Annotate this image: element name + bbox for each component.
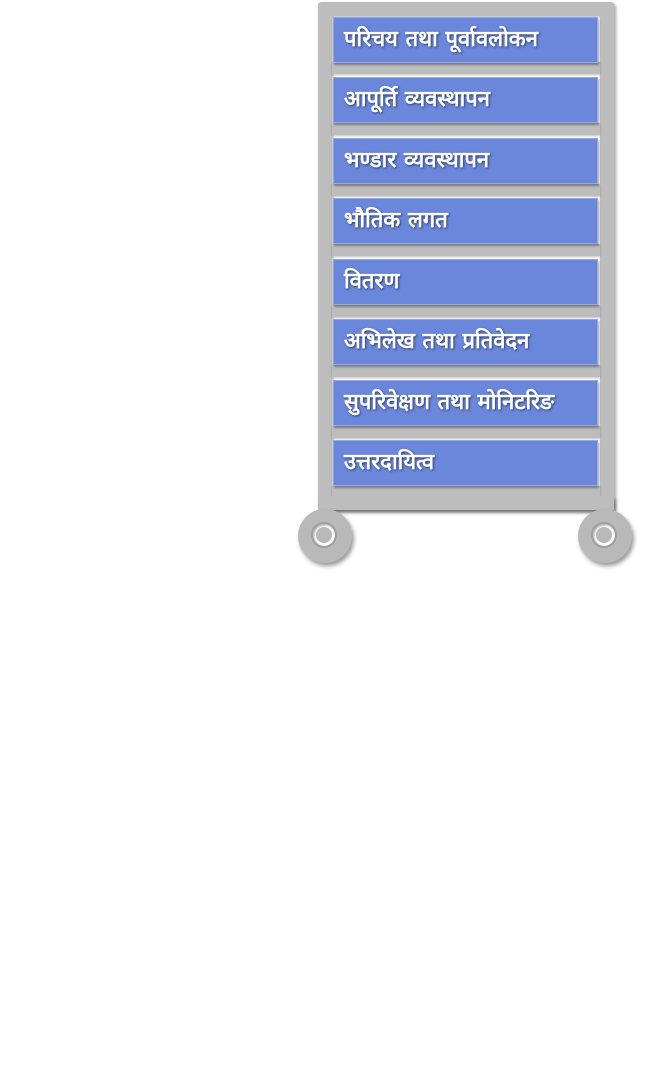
cart-shelf (332, 365, 600, 377)
cart-shelf (332, 123, 600, 135)
menu-item-physical-inventory[interactable]: भौतिक लगत (333, 198, 598, 244)
cart-shelf (332, 62, 600, 74)
cart-shelf (332, 184, 600, 196)
right-wheel-icon (578, 509, 632, 563)
page: परिचय तथा पूर्वावलोकन आपूर्ति व्यवस्थापन… (0, 0, 648, 1074)
menu-item-accountability[interactable]: उत्तरदायित्व (333, 440, 598, 486)
cart-shelf (332, 305, 600, 317)
menu-item-distribution[interactable]: वितरण (333, 259, 598, 305)
cart-shelf (332, 426, 600, 438)
menu-item-supervision-monitoring[interactable]: सुपरिवेक्षण तथा मोनिटरिङ (333, 380, 598, 426)
wheel-hub (596, 527, 612, 543)
cart-shelf (332, 244, 600, 256)
menu-item-store-management[interactable]: भण्डार व्यवस्थापन (333, 138, 598, 184)
menu-item-introduction[interactable]: परिचय तथा पूर्वावलोकन (333, 17, 598, 63)
left-wheel-icon (298, 509, 352, 563)
menu-item-records-reporting[interactable]: अभिलेख तथा प्रतिवेदन (333, 319, 598, 365)
cart-base (318, 496, 614, 510)
menu-item-supply-management[interactable]: आपूर्ति व्यवस्थापन (333, 77, 598, 123)
wheel-hub (316, 527, 332, 543)
